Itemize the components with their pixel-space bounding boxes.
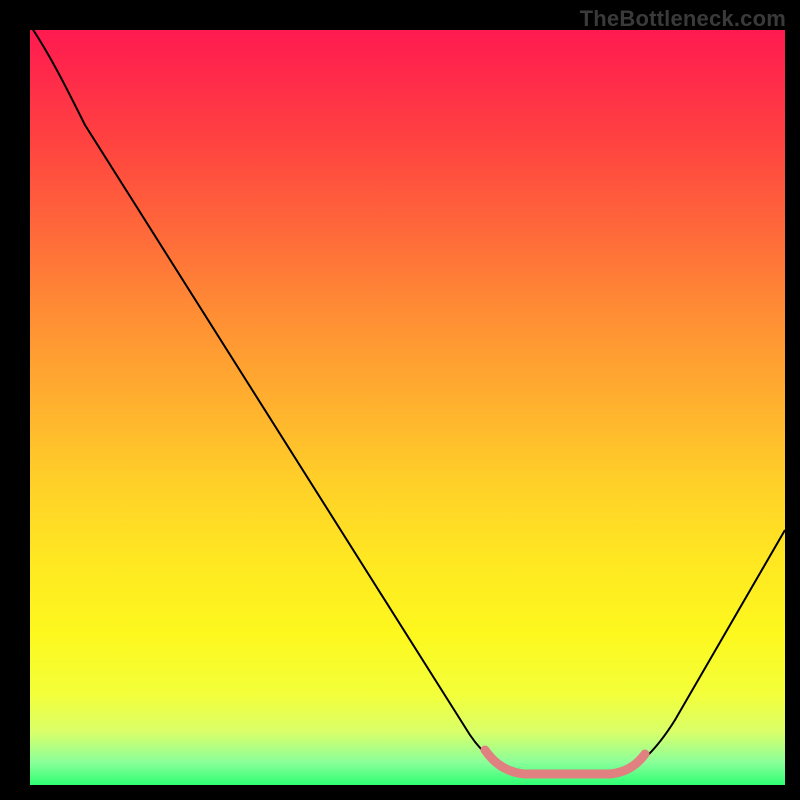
plot-area [30, 30, 785, 785]
bottleneck-curve [30, 30, 785, 774]
curve-layer [30, 30, 785, 785]
chart-container: TheBottleneck.com [0, 0, 800, 800]
watermark-text: TheBottleneck.com [580, 6, 786, 32]
optimal-range-marker [485, 750, 645, 774]
